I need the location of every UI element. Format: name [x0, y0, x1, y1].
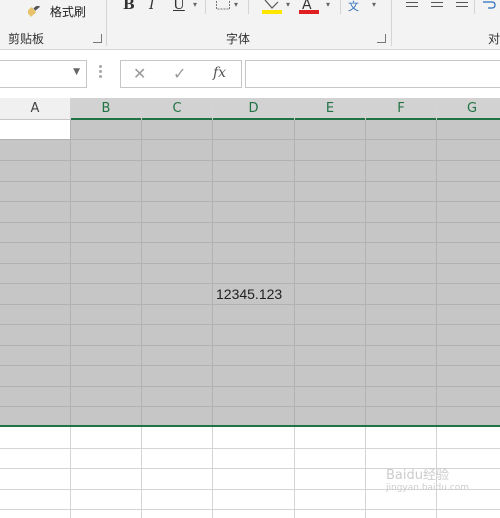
- ribbon-separator: [340, 0, 341, 14]
- column-header-a[interactable]: A: [0, 98, 71, 119]
- column-header-f[interactable]: F: [366, 98, 437, 120]
- clipboard-dialog-launcher[interactable]: [93, 34, 102, 43]
- selected-range[interactable]: 12345.123: [0, 120, 500, 427]
- align-top-icon[interactable]: [406, 2, 418, 3]
- column-header-e[interactable]: E: [295, 98, 366, 120]
- insert-function-button[interactable]: fx: [213, 65, 226, 81]
- fill-color-dropdown-icon[interactable]: ▾: [286, 0, 290, 9]
- enter-icon[interactable]: ✓: [173, 64, 186, 83]
- row-gridline: [0, 283, 500, 284]
- row-gridline: [0, 222, 500, 223]
- column-headers: A B C D E F G: [0, 98, 500, 120]
- row-gridline: [0, 324, 500, 325]
- row-gridline: [0, 242, 500, 243]
- font-color-swatch: [299, 10, 319, 14]
- align-middle-icon-line: [431, 6, 443, 7]
- ribbon-separator: [391, 0, 392, 46]
- watermark-logo: Baidu经验: [386, 468, 449, 483]
- cancel-icon[interactable]: ✕: [133, 64, 146, 83]
- column-gridline: [70, 120, 71, 427]
- column-gridline: [365, 427, 366, 518]
- name-box[interactable]: ▼: [0, 60, 87, 88]
- italic-button[interactable]: I: [149, 0, 155, 13]
- borders-icon[interactable]: [216, 0, 230, 10]
- row-gridline: [0, 386, 500, 387]
- phonetic-guide-button[interactable]: 文: [348, 0, 359, 14]
- borders-dropdown-icon[interactable]: ▾: [234, 0, 238, 9]
- column-gridline: [141, 427, 142, 518]
- phonetic-dropdown-icon[interactable]: ▾: [372, 0, 376, 9]
- formula-bar: ▼ ✕ ✓ fx: [0, 58, 500, 91]
- column-gridline: [212, 427, 213, 518]
- ribbon-separator: [474, 0, 475, 14]
- align-top-icon-line: [406, 6, 418, 7]
- ribbon: 格式刷 剪贴板 B I U ▾ ▾ ▾ A ▾ 文 ▾ 字体 对: [0, 0, 500, 50]
- ribbon-separator: [205, 0, 206, 14]
- row-gridline: [0, 139, 500, 140]
- align-bottom-icon[interactable]: [456, 2, 468, 3]
- row-gridline: [0, 509, 500, 510]
- row-gridline: [0, 201, 500, 202]
- row-gridline: [0, 448, 500, 449]
- column-header-c[interactable]: C: [142, 98, 213, 120]
- font-color-dropdown-icon[interactable]: ▾: [326, 0, 330, 9]
- row-gridline: [0, 406, 500, 407]
- formula-buttons: ✕ ✓ fx: [120, 60, 242, 88]
- alignment-group-label: 对: [488, 32, 500, 46]
- font-group-label: 字体: [226, 32, 251, 46]
- formula-input[interactable]: [245, 60, 500, 88]
- name-box-dropdown-icon[interactable]: ▼: [73, 67, 80, 77]
- column-header-b[interactable]: B: [71, 98, 142, 120]
- column-gridline: [70, 427, 71, 518]
- column-header-d[interactable]: D: [213, 98, 295, 120]
- ribbon-separator: [248, 0, 249, 14]
- cell-d9-value[interactable]: 12345.123: [216, 286, 282, 302]
- column-gridline: [294, 427, 295, 518]
- paintbrush-icon: [28, 6, 40, 17]
- ribbon-separator: [106, 0, 107, 46]
- cell-grid[interactable]: 12345.123: [0, 120, 500, 518]
- row-gridline: [0, 345, 500, 346]
- column-header-g[interactable]: G: [437, 98, 500, 120]
- font-dialog-launcher[interactable]: [377, 34, 386, 43]
- underline-dropdown-icon[interactable]: ▾: [193, 0, 197, 9]
- align-bottom-icon-line: [456, 6, 468, 7]
- column-gridline: [141, 120, 142, 427]
- row-gridline: [0, 304, 500, 305]
- format-painter-button[interactable]: 格式刷: [28, 3, 86, 20]
- watermark-url: jingyan.baidu.com: [386, 483, 470, 493]
- align-middle-icon[interactable]: [431, 2, 443, 3]
- row-gridline: [0, 263, 500, 264]
- format-painter-label: 格式刷: [49, 5, 86, 19]
- column-gridline: [294, 120, 295, 427]
- clipboard-group-label: 剪贴板: [8, 32, 45, 46]
- wrap-text-icon[interactable]: [482, 0, 496, 10]
- bold-button[interactable]: B: [123, 0, 135, 13]
- row-gridline: [0, 365, 500, 366]
- column-gridline: [436, 120, 437, 427]
- column-gridline: [365, 120, 366, 427]
- underline-button[interactable]: U: [173, 0, 185, 13]
- row-gridline: [0, 181, 500, 182]
- row-gridline: [0, 160, 500, 161]
- active-cell[interactable]: [0, 120, 70, 139]
- splitter-handle-icon[interactable]: [99, 65, 102, 78]
- fill-color-icon[interactable]: [262, 0, 282, 14]
- column-gridline: [212, 120, 213, 427]
- selection-border: [0, 425, 500, 427]
